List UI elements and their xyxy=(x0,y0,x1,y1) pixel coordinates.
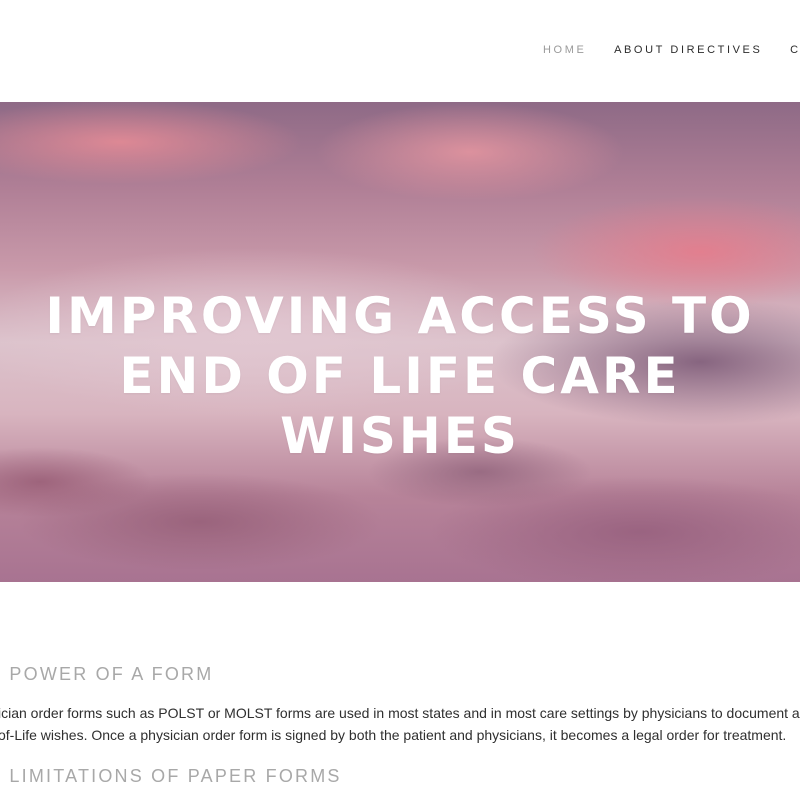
nav-link-home[interactable]: HOME xyxy=(543,44,586,56)
hero-title-line-3: WISHES xyxy=(280,406,520,465)
section-heading-power-of-form: E POWER OF A FORM xyxy=(0,664,214,684)
hero-title: IMPROVING ACCESS TO END OF LIFE CARE WIS… xyxy=(0,286,800,466)
paragraph-line-2: of-Life wishes. Once a physician order f… xyxy=(0,727,787,743)
section-paragraph: ician order forms such as POLST or MOLST… xyxy=(0,702,800,746)
site-header: HOME ABOUT DIRECTIVES CO xyxy=(0,0,800,102)
nav-link-about-directives[interactable]: ABOUT DIRECTIVES xyxy=(614,44,762,56)
nav-link-contact[interactable]: CO xyxy=(790,44,800,56)
hero-banner: IMPROVING ACCESS TO END OF LIFE CARE WIS… xyxy=(0,102,800,582)
main-navigation: HOME ABOUT DIRECTIVES CO xyxy=(543,44,800,56)
main-content: E POWER OF A FORM ician order forms such… xyxy=(0,582,800,800)
section-heading-limitations: E LIMITATIONS OF PAPER FORMS xyxy=(0,766,342,786)
page: HOME ABOUT DIRECTIVES CO IMPROVING ACCES… xyxy=(0,0,800,800)
hero-title-line-2: END OF LIFE CARE xyxy=(119,346,681,405)
hero-title-line-1: IMPROVING ACCESS TO xyxy=(45,286,755,345)
paragraph-line-1: ician order forms such as POLST or MOLST… xyxy=(0,705,800,721)
